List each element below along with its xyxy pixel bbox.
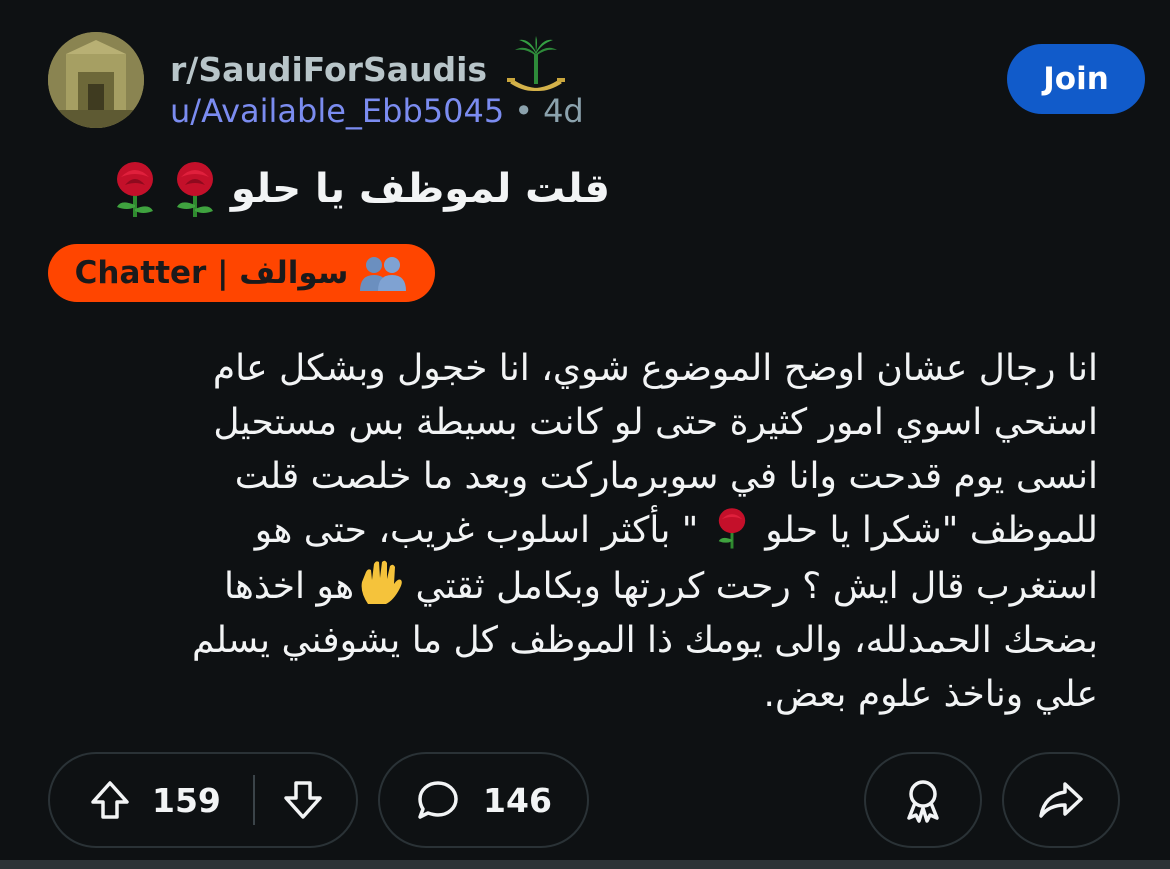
body-line: استحي اسوي امور كثيرة حتى لو كانت بسيطة … — [213, 402, 1098, 443]
raised-hand-icon — [361, 560, 402, 604]
body-line-part: هو اخذها — [223, 566, 355, 607]
comment-count: 146 — [483, 780, 552, 820]
rose-icon — [116, 162, 153, 217]
body-line-part: للموظف "شكرا يا حلو — [753, 510, 1098, 551]
bottom-divider — [0, 860, 1170, 869]
post-title[interactable]: قلت لموظف يا حلو — [50, 154, 610, 224]
share-icon — [1037, 778, 1085, 822]
post-title-text: قلت لموظف يا حلو — [230, 166, 610, 212]
post-body: انا رجال عشان اوضح الموضوع شوي، انا خجول… — [48, 342, 1098, 722]
rose-icon — [718, 508, 745, 549]
join-button[interactable]: Join — [1007, 44, 1145, 114]
post-meta: u/Available_Ebb5045 • 4d — [170, 92, 584, 130]
upvote-icon[interactable] — [88, 778, 132, 822]
vote-divider — [252, 775, 255, 825]
people-icon — [360, 257, 407, 291]
post-flair[interactable]: Chatter | سوالف — [48, 244, 435, 302]
rose-icon — [176, 162, 213, 217]
post-age: 4d — [543, 92, 584, 130]
subreddit-name-text[interactable]: r/SaudiForSaudis — [170, 50, 487, 89]
comment-icon — [415, 778, 461, 822]
body-line: علي وناخذ علوم بعض. — [763, 674, 1098, 715]
body-line: استغرب قال ايش ؟ رحت كررتها وبكامل ثقتي … — [48, 558, 1098, 614]
share-button[interactable] — [1002, 752, 1120, 848]
subreddit-avatar[interactable] — [48, 32, 144, 128]
upvote-count: 159 — [152, 780, 221, 820]
downvote-icon[interactable] — [281, 778, 325, 822]
author-link[interactable]: u/Available_Ebb5045 — [170, 92, 504, 130]
body-line: بضحك الحمدلله، والى يومك ذا الموظف كل ما… — [192, 620, 1098, 661]
meta-separator: • — [514, 92, 534, 130]
body-line: للموظف "شكرا يا حلو " بأكثر اسلوب غريب، … — [48, 504, 1098, 558]
body-line: انا رجال عشان اوضح الموضوع شوي، انا خجول… — [212, 348, 1098, 389]
title-roses — [107, 159, 223, 219]
comments-button[interactable]: 146 — [378, 752, 589, 848]
award-icon — [899, 776, 947, 824]
body-line-part: استغرب قال ايش ؟ رحت كررتها وبكامل ثقتي — [404, 566, 1098, 607]
body-line-part: " بأكثر اسلوب غريب، حتى هو — [254, 510, 710, 551]
vote-bar: 159 — [48, 752, 358, 848]
flair-text: Chatter | سوالف — [74, 255, 349, 291]
body-line: انسى يوم قدحت وانا في سوبرماركت وبعد ما … — [234, 456, 1098, 497]
award-button[interactable] — [864, 752, 982, 848]
